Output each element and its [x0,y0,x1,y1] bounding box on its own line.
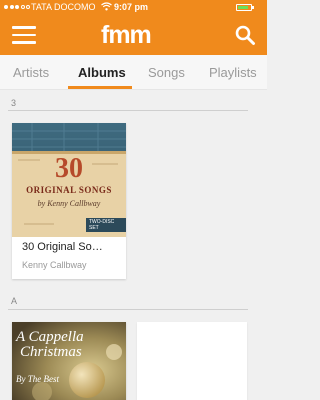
album-art-title: A Cappella Christmas [16,329,84,360]
tab-bar: Artists Albums Songs Playlists [0,55,267,90]
wifi-icon [101,2,112,13]
carrier-name: TATA DOCOMO [31,2,96,12]
album-card-placeholder [137,322,247,400]
section-divider [8,110,248,111]
album-art-subtitle: By The Best [16,374,59,384]
section-divider [8,309,248,310]
tab-artists[interactable]: Artists [13,65,49,80]
app-header: fmm [0,15,267,55]
album-title: 30 Original So… [22,241,103,253]
album-art-badge: TWO-DISC SET [86,218,126,232]
tab-playlists[interactable]: Playlists [209,65,257,80]
section-header-3: 3 [11,98,17,108]
battery-icon [236,4,254,11]
app-logo: fmm [101,21,152,49]
section-header-a: A [11,296,18,306]
album-cover: 30 ORIGINAL SONGS by Kenny Callbway TWO-… [12,123,126,237]
album-art-artist: by Kenny Callbway [37,199,101,208]
album-card[interactable]: 30 ORIGINAL SONGS by Kenny Callbway TWO-… [12,123,126,279]
album-cover: A Cappella Christmas By The Best [12,322,126,400]
tab-songs[interactable]: Songs [148,65,185,80]
album-art-number: 30 [55,153,83,184]
hamburger-menu-icon[interactable] [12,26,36,44]
tab-albums[interactable]: Albums [78,65,126,80]
status-bar: TATA DOCOMO 9:07 pm [0,0,267,15]
album-art-title: ORIGINAL SONGS [26,185,112,195]
search-icon[interactable] [234,24,256,46]
signal-strength-icon [4,5,30,9]
active-tab-indicator [68,86,132,89]
album-card[interactable]: A Cappella Christmas By The Best [12,322,126,400]
clock: 9:07 pm [114,2,149,12]
album-artist: Kenny Callbway [22,260,87,270]
